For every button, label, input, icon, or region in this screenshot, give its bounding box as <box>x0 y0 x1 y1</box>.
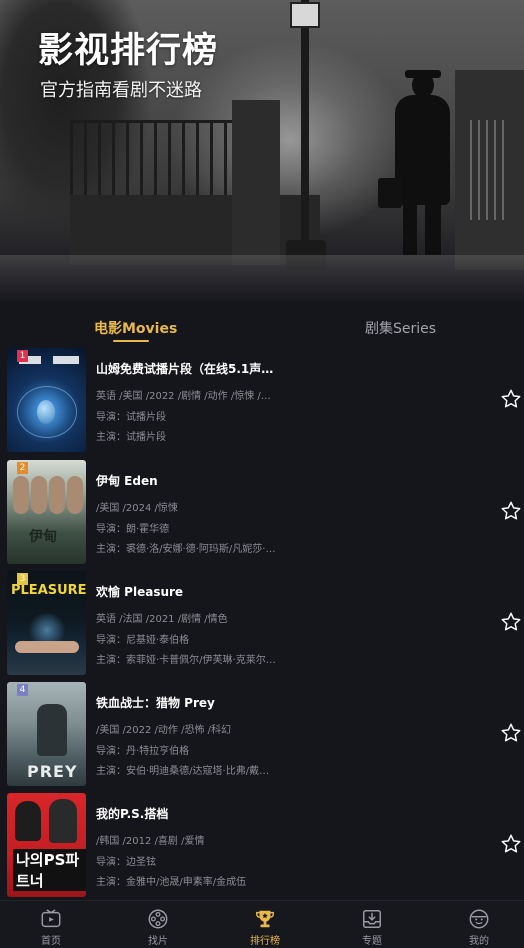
poster-image: 나의PS파트너 <box>7 793 86 897</box>
rank-badge: 4 <box>17 684 28 696</box>
item-director: 导演：尼基娅·泰伯格 <box>96 635 190 646</box>
star-icon[interactable] <box>500 500 522 522</box>
nav-me[interactable]: 我的 <box>439 901 519 948</box>
poster-title: 伊甸 <box>29 529 57 545</box>
active-tab-indicator <box>113 340 149 342</box>
download-box-icon <box>363 910 381 928</box>
hero-banner: 影视排行榜 官方指南看剧不迷路 <box>0 0 524 305</box>
star-icon[interactable] <box>500 833 522 855</box>
item-title: 铁血战士：猎物 Prey <box>96 696 215 710</box>
poster-title: 나의PS파트너 <box>13 849 86 891</box>
page-subtitle: 官方指南看剧不迷路 <box>40 80 202 101</box>
list-item[interactable]: 나의PS파트너 我的P.S.搭档 /韩国 /2012 /喜剧 /爱情 导演：边圣… <box>0 793 524 897</box>
item-cast: 主演：裘德·洛/安娜·德·阿玛斯/凡妮莎·柯比 <box>96 544 276 555</box>
star-icon[interactable] <box>500 388 522 410</box>
nav-label: 找片 <box>148 936 168 947</box>
poster-title: PLEASURE <box>11 583 86 598</box>
nav-label: 首页 <box>41 936 61 947</box>
man-silhouette <box>395 95 450 205</box>
poster-image: PLEASURE 3 <box>7 571 86 675</box>
poster-orb <box>37 400 55 424</box>
poster-title: PREY <box>27 762 78 781</box>
page-title: 影视排行榜 <box>38 31 219 71</box>
poster-figure <box>37 704 67 756</box>
nav-label: 我的 <box>469 936 489 947</box>
list-item[interactable]: PREY 4 铁血战士：猎物 Prey /美国 /2022 /动作 /恐怖 /科… <box>0 682 524 786</box>
item-cast: 主演：安伯·明迪桑德/达寇塔·比弗/戴恩·迪利 <box>96 766 276 777</box>
tv-icon <box>41 909 61 928</box>
street-sign <box>290 2 320 28</box>
tab-series[interactable]: 剧集Series <box>365 318 436 338</box>
street-lamp-post <box>301 0 309 265</box>
item-director: 导演：边圣铉 <box>96 857 156 868</box>
list-item[interactable]: 伊甸 2 伊甸 Eden /美国 /2024 /惊悚 导演：朗·霍华德 主演：裘… <box>0 460 524 564</box>
poster-image: 伊甸 2 <box>7 460 86 564</box>
iron-fence <box>70 120 240 195</box>
item-info: /美国 /2024 /惊悚 <box>96 503 178 514</box>
nav-label: 专题 <box>362 936 382 947</box>
tab-movies[interactable]: 电影Movies <box>94 318 177 338</box>
poster-logos <box>19 356 79 364</box>
poster-face <box>49 476 65 514</box>
nav-home[interactable]: 首页 <box>11 901 91 948</box>
item-cast: 主演：金雅中/池晟/申素率/金成伍 <box>96 877 247 888</box>
rank-badge: 2 <box>17 462 28 474</box>
star-icon[interactable] <box>500 722 522 744</box>
nav-ranking[interactable]: 排行榜 <box>225 901 305 948</box>
nav-browse[interactable]: 找片 <box>118 901 198 948</box>
list-item[interactable]: 1 山姆免费试播片段（在线5.1声道） 英语 /美国 /2022 /剧情 /动作… <box>0 348 524 452</box>
rank-badge: 1 <box>17 350 28 362</box>
suitcase <box>378 178 402 208</box>
poster-face <box>67 476 83 514</box>
rank-badge: 3 <box>17 573 28 585</box>
poster-face <box>31 476 47 514</box>
item-info: 英语 /法国 /2021 /剧情 /情色 <box>96 614 228 625</box>
item-info: /韩国 /2012 /喜剧 /爱情 <box>96 836 205 847</box>
item-title: 伊甸 Eden <box>96 474 158 488</box>
item-director: 导演：朗·霍华德 <box>96 524 170 535</box>
user-face-icon <box>469 909 489 929</box>
item-director: 导演：试播片段 <box>96 412 166 423</box>
item-title: 我的P.S.搭档 <box>96 807 169 821</box>
stone-pillar <box>232 100 280 265</box>
item-title: 欢愉 Pleasure <box>96 585 184 599</box>
item-info: /美国 /2022 /动作 /恐怖 /科幻 <box>96 725 232 736</box>
trophy-icon <box>256 910 274 928</box>
poster-face <box>13 476 29 514</box>
poster-figure <box>49 799 77 843</box>
poster-image: PREY 4 <box>7 682 86 786</box>
item-cast: 主演：索菲娅·卡普佩尔/伊芙琳·克莱尔/克里斯 <box>96 655 276 666</box>
item-title: 山姆免费试播片段（在线5.1声道） <box>96 362 276 376</box>
poster-figure <box>15 801 41 841</box>
item-info: 英语 /美国 /2022 /剧情 /动作 /惊悚 /战争 <box>96 391 276 402</box>
film-reel-icon <box>148 909 168 929</box>
item-cast: 主演：试播片段 <box>96 432 166 443</box>
street-fade <box>0 255 524 305</box>
bottom-nav: 首页 找片 排行榜 专题 我的 <box>0 900 524 948</box>
poster-image: 1 <box>7 348 86 452</box>
nav-topics[interactable]: 专题 <box>332 901 412 948</box>
list-item[interactable]: PLEASURE 3 欢愉 Pleasure 英语 /法国 /2021 /剧情 … <box>0 571 524 675</box>
item-director: 导演：丹·特拉亨伯格 <box>96 746 190 757</box>
star-icon[interactable] <box>500 611 522 633</box>
poster-figure <box>15 641 79 653</box>
man-legs <box>403 200 441 255</box>
nav-label: 排行榜 <box>250 936 280 947</box>
house-fence <box>470 120 510 220</box>
